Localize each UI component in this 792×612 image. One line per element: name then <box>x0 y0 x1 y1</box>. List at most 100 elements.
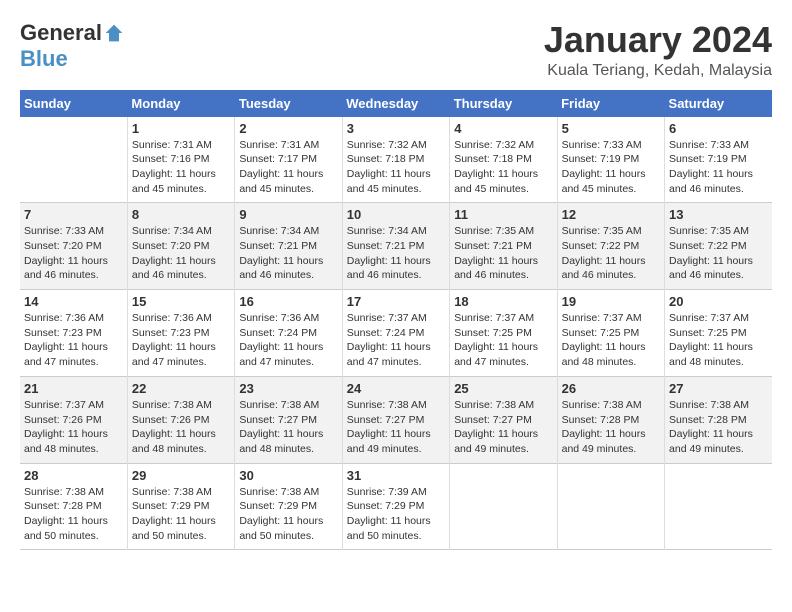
week-row-1: 1Sunrise: 7:31 AM Sunset: 7:16 PM Daylig… <box>20 117 772 203</box>
day-info: Sunrise: 7:38 AM Sunset: 7:29 PM Dayligh… <box>239 485 337 544</box>
day-number: 26 <box>562 381 660 396</box>
page-header: General Blue January 2024 Kuala Teriang,… <box>20 20 772 80</box>
day-cell: 21 Sunrise: 7:37 AM Sunset: 7:26 PM Dayli… <box>20 376 127 463</box>
day-number: 1 <box>132 121 230 136</box>
day-cell: 29 Sunrise: 7:38 AM Sunset: 7:29 PM Dayli… <box>127 463 234 550</box>
day-info: Sunrise: 7:34 AM Sunset: 7:21 PM Dayligh… <box>239 224 337 283</box>
day-number: 5 <box>562 121 660 136</box>
day-info: Sunrise: 7:37 AM Sunset: 7:25 PM Dayligh… <box>562 311 660 370</box>
day-number: 23 <box>239 381 337 396</box>
day-info: Sunrise: 7:32 AM Sunset: 7:18 PM Dayligh… <box>454 138 552 197</box>
day-info: Sunrise: 7:38 AM Sunset: 7:28 PM Dayligh… <box>562 398 660 457</box>
day-info: Sunrise: 7:37 AM Sunset: 7:25 PM Dayligh… <box>669 311 768 370</box>
day-info: Sunrise: 7:35 AM Sunset: 7:22 PM Dayligh… <box>669 224 768 283</box>
day-info: Sunrise: 7:35 AM Sunset: 7:21 PM Dayligh… <box>454 224 552 283</box>
day-info: Sunrise: 7:38 AM Sunset: 7:26 PM Dayligh… <box>132 398 230 457</box>
day-cell: 30Sunrise: 7:38 AM Sunset: 7:29 PM Dayli… <box>235 463 342 550</box>
week-row-2: 7 Sunrise: 7:33 AM Sunset: 7:20 PM Daylig… <box>20 203 772 290</box>
day-number: 4 <box>454 121 552 136</box>
week-row-4: 21 Sunrise: 7:37 AM Sunset: 7:26 PM Dayli… <box>20 376 772 463</box>
day-number: 29 <box>132 468 230 483</box>
month-year: January 2024 <box>544 20 772 60</box>
day-number: 19 <box>562 294 660 309</box>
day-number: 21 <box>24 381 123 396</box>
day-number: 31 <box>347 468 445 483</box>
day-info: Sunrise: 7:34 AM Sunset: 7:21 PM Dayligh… <box>347 224 445 283</box>
day-cell: 27 Sunrise: 7:38 AM Sunset: 7:28 PM Dayli… <box>665 376 772 463</box>
day-cell: 13Sunrise: 7:35 AM Sunset: 7:22 PM Dayli… <box>665 203 772 290</box>
day-number: 15 <box>132 294 230 309</box>
day-info: Sunrise: 7:38 AM Sunset: 7:28 PM Dayligh… <box>24 485 123 544</box>
day-cell: 5 Sunrise: 7:33 AM Sunset: 7:19 PM Daylig… <box>557 117 664 203</box>
week-row-3: 14 Sunrise: 7:36 AM Sunset: 7:23 PM Dayli… <box>20 290 772 377</box>
day-number: 18 <box>454 294 552 309</box>
day-cell: 3Sunrise: 7:32 AM Sunset: 7:18 PM Daylig… <box>342 117 449 203</box>
day-info: Sunrise: 7:35 AM Sunset: 7:22 PM Dayligh… <box>562 224 660 283</box>
day-cell: 15 Sunrise: 7:36 AM Sunset: 7:23 PM Dayli… <box>127 290 234 377</box>
day-cell: 14Sunrise: 7:36 AM Sunset: 7:23 PM Dayli… <box>20 290 127 377</box>
day-cell <box>557 463 664 550</box>
day-number: 20 <box>669 294 768 309</box>
logo: General Blue <box>20 20 124 72</box>
day-info: Sunrise: 7:38 AM Sunset: 7:29 PM Dayligh… <box>132 485 230 544</box>
day-number: 9 <box>239 207 337 222</box>
day-of-week-friday: Friday <box>557 90 664 117</box>
day-info: Sunrise: 7:34 AM Sunset: 7:20 PM Dayligh… <box>132 224 230 283</box>
logo-blue: Blue <box>20 46 68 72</box>
day-info: Sunrise: 7:33 AM Sunset: 7:20 PM Dayligh… <box>24 224 123 283</box>
day-number: 11 <box>454 207 552 222</box>
day-info: Sunrise: 7:31 AM Sunset: 7:17 PM Dayligh… <box>239 138 337 197</box>
day-info: Sunrise: 7:38 AM Sunset: 7:28 PM Dayligh… <box>669 398 768 457</box>
calendar-header-row: SundayMondayTuesdayWednesdayThursdayFrid… <box>20 90 772 117</box>
day-number: 16 <box>239 294 337 309</box>
location: Kuala Teriang, Kedah, Malaysia <box>544 62 772 80</box>
day-number: 7 <box>24 207 123 222</box>
day-info: Sunrise: 7:38 AM Sunset: 7:27 PM Dayligh… <box>347 398 445 457</box>
day-info: Sunrise: 7:36 AM Sunset: 7:24 PM Dayligh… <box>239 311 337 370</box>
day-number: 25 <box>454 381 552 396</box>
day-info: Sunrise: 7:39 AM Sunset: 7:29 PM Dayligh… <box>347 485 445 544</box>
day-cell: 19 Sunrise: 7:37 AM Sunset: 7:25 PM Dayli… <box>557 290 664 377</box>
day-info: Sunrise: 7:37 AM Sunset: 7:25 PM Dayligh… <box>454 311 552 370</box>
day-of-week-tuesday: Tuesday <box>235 90 342 117</box>
logo-general: General <box>20 20 102 46</box>
day-number: 2 <box>239 121 337 136</box>
calendar-table: SundayMondayTuesdayWednesdayThursdayFrid… <box>20 90 772 551</box>
day-info: Sunrise: 7:33 AM Sunset: 7:19 PM Dayligh… <box>669 138 768 197</box>
day-cell: 26 Sunrise: 7:38 AM Sunset: 7:28 PM Dayli… <box>557 376 664 463</box>
day-cell: 10 Sunrise: 7:34 AM Sunset: 7:21 PM Dayli… <box>342 203 449 290</box>
day-number: 27 <box>669 381 768 396</box>
day-number: 17 <box>347 294 445 309</box>
day-cell: 11 Sunrise: 7:35 AM Sunset: 7:21 PM Dayli… <box>450 203 557 290</box>
day-cell: 17Sunrise: 7:37 AM Sunset: 7:24 PM Dayli… <box>342 290 449 377</box>
day-cell: 16 Sunrise: 7:36 AM Sunset: 7:24 PM Dayli… <box>235 290 342 377</box>
day-cell: 9 Sunrise: 7:34 AM Sunset: 7:21 PM Daylig… <box>235 203 342 290</box>
day-of-week-saturday: Saturday <box>665 90 772 117</box>
day-cell: 28 Sunrise: 7:38 AM Sunset: 7:28 PM Dayli… <box>20 463 127 550</box>
day-cell: 22Sunrise: 7:38 AM Sunset: 7:26 PM Dayli… <box>127 376 234 463</box>
day-number: 14 <box>24 294 123 309</box>
day-info: Sunrise: 7:38 AM Sunset: 7:27 PM Dayligh… <box>239 398 337 457</box>
day-info: Sunrise: 7:33 AM Sunset: 7:19 PM Dayligh… <box>562 138 660 197</box>
day-cell <box>450 463 557 550</box>
day-of-week-thursday: Thursday <box>450 90 557 117</box>
day-number: 28 <box>24 468 123 483</box>
day-cell: 31 Sunrise: 7:39 AM Sunset: 7:29 PM Dayli… <box>342 463 449 550</box>
day-cell: 1Sunrise: 7:31 AM Sunset: 7:16 PM Daylig… <box>127 117 234 203</box>
day-of-week-sunday: Sunday <box>20 90 127 117</box>
day-cell: 24Sunrise: 7:38 AM Sunset: 7:27 PM Dayli… <box>342 376 449 463</box>
day-cell <box>20 117 127 203</box>
day-cell: 12Sunrise: 7:35 AM Sunset: 7:22 PM Dayli… <box>557 203 664 290</box>
day-info: Sunrise: 7:38 AM Sunset: 7:27 PM Dayligh… <box>454 398 552 457</box>
day-number: 6 <box>669 121 768 136</box>
day-cell: 20 Sunrise: 7:37 AM Sunset: 7:25 PM Dayli… <box>665 290 772 377</box>
day-info: Sunrise: 7:37 AM Sunset: 7:26 PM Dayligh… <box>24 398 123 457</box>
day-number: 3 <box>347 121 445 136</box>
day-number: 10 <box>347 207 445 222</box>
day-cell: 18 Sunrise: 7:37 AM Sunset: 7:25 PM Dayli… <box>450 290 557 377</box>
title-section: January 2024 Kuala Teriang, Kedah, Malay… <box>544 20 772 80</box>
day-info: Sunrise: 7:36 AM Sunset: 7:23 PM Dayligh… <box>132 311 230 370</box>
logo-icon <box>104 23 124 43</box>
week-row-5: 28 Sunrise: 7:38 AM Sunset: 7:28 PM Dayli… <box>20 463 772 550</box>
day-of-week-monday: Monday <box>127 90 234 117</box>
